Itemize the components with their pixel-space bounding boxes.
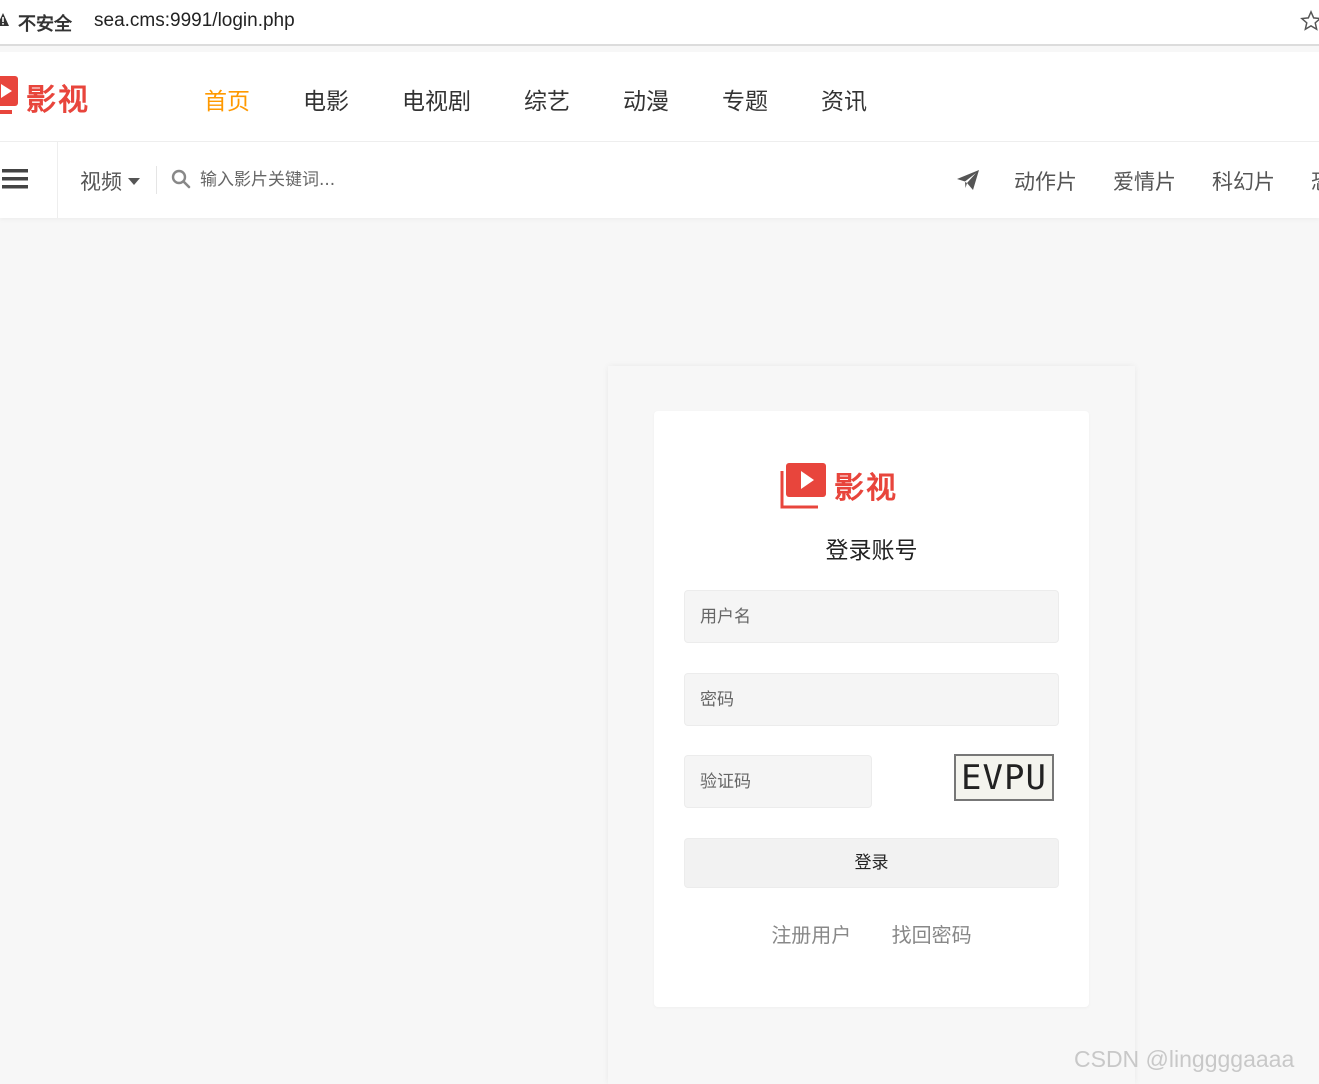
warning-icon[interactable] (0, 12, 10, 28)
category-select[interactable]: 视频 (80, 166, 140, 196)
paper-plane-icon[interactable] (956, 169, 980, 191)
url-text[interactable]: sea.cms:9991/login.php (94, 10, 295, 32)
genre-scifi[interactable]: 科幻片 (1212, 166, 1275, 196)
search-icon[interactable] (171, 169, 191, 189)
main-nav: 首页 电影 电视剧 综艺 动漫 专题 资讯 (204, 82, 920, 116)
select-divider (156, 166, 157, 194)
hamburger-menu-icon[interactable] (2, 168, 28, 190)
captcha-input[interactable] (684, 755, 872, 808)
nav-home[interactable]: 首页 (204, 82, 250, 116)
recover-password-link[interactable]: 找回密码 (892, 923, 972, 947)
logo-text: 影视 (26, 83, 90, 118)
nav-news[interactable]: 资讯 (821, 82, 867, 116)
login-logo: 影视 (780, 461, 898, 509)
nav-anime[interactable]: 动漫 (623, 82, 669, 116)
nav-tv-series[interactable]: 电视剧 (402, 82, 471, 116)
genre-romance[interactable]: 爱情片 (1113, 166, 1176, 196)
username-input[interactable] (684, 590, 1059, 643)
login-title: 登录账号 (825, 538, 918, 564)
captcha-image[interactable]: EVPU (954, 754, 1054, 801)
login-links: 注册用户 找回密码 (654, 919, 1089, 948)
sub-header: 视频 动作片 爱情片 科幻片 恐 (0, 142, 1319, 218)
search-input[interactable] (200, 164, 500, 196)
nav-topics[interactable]: 专题 (722, 82, 768, 116)
browser-address-bar: 不安全 sea.cms:9991/login.php (0, 0, 1319, 46)
password-input[interactable] (684, 673, 1059, 726)
site-header: 影视 首页 电影 电视剧 综艺 动漫 专题 资讯 (0, 52, 1319, 142)
login-logo-text: 影视 (834, 471, 898, 506)
genre-nav: 动作片 爱情片 科幻片 恐 (1014, 166, 1319, 196)
play-logo-icon (0, 76, 18, 114)
play-logo-icon (780, 463, 826, 509)
login-card: 影视 登录账号 EVPU 登录 注册用户 找回密码 (654, 411, 1089, 1007)
caret-down-icon (128, 177, 140, 185)
login-button[interactable]: 登录 (684, 838, 1059, 888)
menu-divider (57, 142, 58, 218)
bookmark-star-icon[interactable] (1300, 10, 1319, 32)
watermark: CSDN @linggggaaaa (1074, 1046, 1295, 1072)
site-logo[interactable]: 影视 (0, 74, 90, 120)
nav-variety[interactable]: 综艺 (524, 82, 570, 116)
nav-movies[interactable]: 电影 (303, 82, 349, 116)
security-label[interactable]: 不安全 (18, 10, 72, 36)
category-select-label: 视频 (80, 170, 122, 194)
genre-action[interactable]: 动作片 (1014, 166, 1077, 196)
register-link[interactable]: 注册用户 (771, 923, 851, 947)
genre-horror-truncated[interactable]: 恐 (1311, 166, 1319, 196)
